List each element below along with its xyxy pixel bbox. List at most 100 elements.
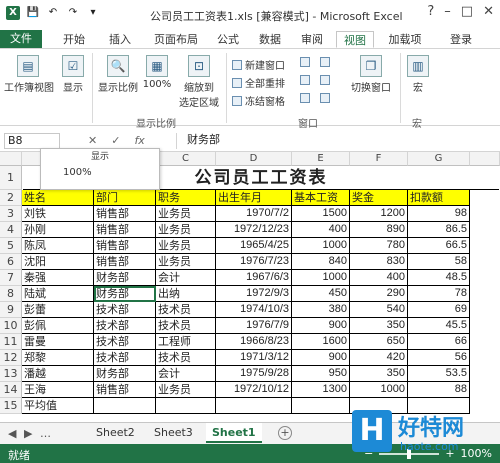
table-header-cell[interactable]: 姓名 [22, 190, 94, 206]
table-cell[interactable]: 陆斌 [22, 286, 94, 302]
table-cell[interactable]: 彭蕾 [22, 302, 94, 318]
table-cell[interactable]: 540 [350, 302, 408, 318]
row-header[interactable]: 4 [0, 222, 22, 238]
table-cell[interactable]: 830 [350, 254, 408, 270]
table-cell[interactable]: 技术员 [156, 302, 216, 318]
table-header-cell[interactable]: 奖金 [350, 190, 408, 206]
undo-icon[interactable]: ↶ [46, 6, 60, 20]
table-cell[interactable]: 400 [292, 222, 350, 238]
table-cell[interactable]: 出纳 [156, 286, 216, 302]
table-cell[interactable] [156, 398, 216, 414]
table-cell[interactable]: 890 [350, 222, 408, 238]
table-cell[interactable]: 380 [292, 302, 350, 318]
zoom-button[interactable]: 🔍 显示比例 [98, 55, 138, 94]
redo-icon[interactable]: ↷ [66, 6, 80, 20]
table-cell[interactable]: 86.5 [408, 222, 470, 238]
table-cell[interactable]: 650 [350, 334, 408, 350]
freeze-panes-button[interactable]: 冻结窗格 [232, 93, 285, 108]
column-header[interactable]: D [216, 152, 292, 166]
table-header-cell[interactable]: 出生年月 [216, 190, 292, 206]
table-cell[interactable]: 58 [408, 254, 470, 270]
table-header-cell[interactable]: 职务 [156, 190, 216, 206]
table-cell[interactable]: 1966/8/23 [216, 334, 292, 350]
unhide-button[interactable] [300, 93, 310, 103]
show-button[interactable]: ☑ 显示 [58, 55, 88, 94]
table-cell[interactable]: 780 [350, 238, 408, 254]
name-box[interactable]: B8 [4, 133, 60, 149]
table-cell[interactable]: 彭佩 [22, 318, 94, 334]
enter-icon[interactable]: ✓ [111, 134, 120, 147]
table-cell[interactable]: 98 [408, 206, 470, 222]
sheet-tab-sheet2[interactable]: Sheet2 [90, 423, 141, 443]
table-cell[interactable]: 会计 [156, 366, 216, 382]
table-cell[interactable]: 潘越 [22, 366, 94, 382]
table-cell[interactable]: 技术部 [94, 318, 156, 334]
table-cell[interactable]: 1972/10/12 [216, 382, 292, 398]
table-cell[interactable]: 财务部 [94, 286, 156, 302]
column-header[interactable] [470, 152, 500, 166]
table-cell[interactable]: 工程师 [156, 334, 216, 350]
row-header[interactable]: 15 [0, 398, 22, 414]
table-cell[interactable]: 孙刚 [22, 222, 94, 238]
table-header-cell[interactable]: 扣款额 [408, 190, 470, 206]
table-cell[interactable]: 销售部 [94, 222, 156, 238]
table-cell[interactable]: 53.5 [408, 366, 470, 382]
table-cell[interactable]: 66.5 [408, 238, 470, 254]
table-cell[interactable]: 1300 [292, 382, 350, 398]
table-cell[interactable]: 沈阳 [22, 254, 94, 270]
table-cell[interactable]: 350 [350, 318, 408, 334]
table-cell[interactable]: 业务员 [156, 254, 216, 270]
new-window-button[interactable]: 新建窗口 [232, 57, 285, 72]
table-cell[interactable]: 1200 [350, 206, 408, 222]
table-cell[interactable]: 1976/7/23 [216, 254, 292, 270]
table-cell[interactable]: 雷曼 [22, 334, 94, 350]
table-cell[interactable]: 技术部 [94, 350, 156, 366]
cancel-icon[interactable]: ✕ [88, 134, 97, 147]
row-header[interactable]: 2 [0, 190, 22, 206]
row-header[interactable]: 10 [0, 318, 22, 334]
table-cell[interactable]: 66 [408, 334, 470, 350]
table-cell[interactable]: 1967/6/3 [216, 270, 292, 286]
tab-data[interactable]: 数据 [254, 31, 286, 48]
row-header[interactable]: 7 [0, 270, 22, 286]
row-header[interactable]: 5 [0, 238, 22, 254]
table-cell[interactable]: 900 [292, 318, 350, 334]
table-cell[interactable]: 1970/7/2 [216, 206, 292, 222]
table-cell[interactable]: 郑黎 [22, 350, 94, 366]
tab-review[interactable]: 审阅 [296, 31, 328, 48]
table-cell[interactable]: 王海 [22, 382, 94, 398]
table-cell[interactable]: 财务部 [94, 270, 156, 286]
column-header[interactable]: G [408, 152, 470, 166]
table-cell[interactable]: 1972/9/3 [216, 286, 292, 302]
table-cell[interactable]: 销售部 [94, 254, 156, 270]
tab-formulas[interactable]: 公式 [212, 31, 244, 48]
table-header-cell[interactable]: 基本工资 [292, 190, 350, 206]
table-cell[interactable]: 400 [350, 270, 408, 286]
table-cell[interactable]: 技术部 [94, 334, 156, 350]
table-cell[interactable]: 56 [408, 350, 470, 366]
zoom-100-button[interactable]: ▦ 100% [142, 55, 172, 90]
column-header[interactable]: C [156, 152, 216, 166]
table-cell[interactable] [94, 398, 156, 414]
table-cell[interactable]: 350 [350, 366, 408, 382]
arrange-all-button[interactable]: 全部重排 [232, 75, 285, 90]
macros-button[interactable]: ▥ 宏 [406, 55, 430, 94]
table-cell[interactable]: 69 [408, 302, 470, 318]
table-cell[interactable]: 刘铁 [22, 206, 94, 222]
table-cell[interactable]: 技术员 [156, 350, 216, 366]
tab-file[interactable]: 文件 [0, 30, 42, 48]
table-cell[interactable]: 业务员 [156, 206, 216, 222]
table-cell[interactable]: 450 [292, 286, 350, 302]
table-cell[interactable]: 1971/3/12 [216, 350, 292, 366]
row-header[interactable]: 6 [0, 254, 22, 270]
save-icon[interactable]: 💾 [26, 6, 40, 20]
table-cell[interactable]: 290 [350, 286, 408, 302]
add-sheet-button[interactable]: + [278, 426, 292, 440]
table-cell[interactable]: 业务员 [156, 238, 216, 254]
table-cell[interactable]: 1600 [292, 334, 350, 350]
row-header[interactable]: 14 [0, 382, 22, 398]
table-cell[interactable]: 48.5 [408, 270, 470, 286]
next-sheet-icon[interactable]: ▶ [24, 427, 32, 440]
worksheet-grid[interactable]: A B C D E F G 公司员工工资表 123456789101112131… [0, 152, 500, 422]
formula-input[interactable]: 财务部 [176, 133, 490, 149]
